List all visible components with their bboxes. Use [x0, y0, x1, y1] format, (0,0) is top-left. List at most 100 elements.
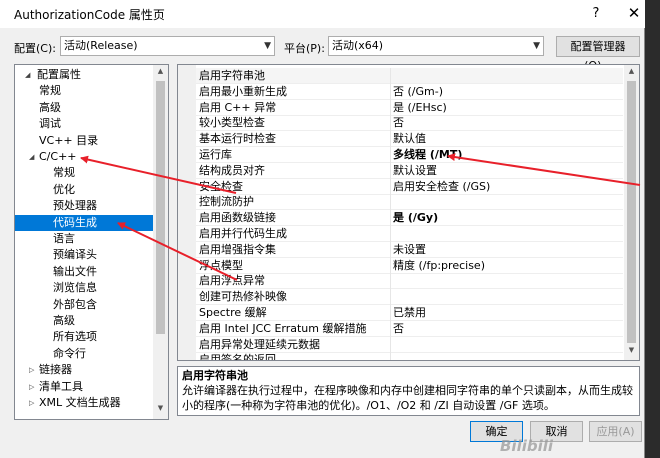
scroll-down-icon[interactable]: ▼	[153, 404, 168, 412]
property-grid[interactable]: 启用字符串池 启用最小重新生成 否 (/Gm-) 启用 C++ 异常 是 (/EHsc)…	[177, 64, 640, 361]
tree-node[interactable]: 常规	[15, 83, 154, 99]
property-row[interactable]: 控制流防护	[196, 194, 623, 211]
tree-node[interactable]: 所有选项	[15, 329, 154, 345]
config-manager-button[interactable]: 配置管理器(O)...	[556, 36, 640, 72]
property-value[interactable]: 是 (/EHsc)	[393, 100, 447, 116]
tree-node[interactable]: ▷ 链接器	[15, 362, 154, 378]
tree-node[interactable]: 常规	[15, 165, 154, 181]
column-divider	[390, 162, 391, 179]
tree-node-label: 语言	[53, 232, 75, 245]
tree-node[interactable]: 外部包含	[15, 297, 154, 313]
tree-node-label: 链接器	[39, 363, 72, 377]
tree-node[interactable]: 预编译头	[15, 247, 154, 263]
property-value[interactable]: 多线程 (/MT)	[393, 147, 462, 163]
scroll-down-icon[interactable]: ▼	[624, 346, 639, 354]
property-value[interactable]: 未设置	[393, 242, 426, 258]
column-divider	[390, 178, 391, 195]
tree-node[interactable]: ◢ C/C++	[15, 149, 154, 165]
column-divider	[390, 273, 391, 290]
grid-scroll-thumb[interactable]	[627, 81, 636, 343]
property-value[interactable]: 是 (/Gy)	[393, 210, 438, 226]
expand-icon[interactable]: ▷	[29, 395, 34, 411]
tree-node[interactable]: 代码生成	[15, 214, 154, 231]
tree-node[interactable]: 高级	[15, 313, 154, 329]
property-name: 启用 Intel JCC Erratum 缓解措施	[199, 321, 367, 335]
property-value[interactable]: 已禁用	[393, 305, 426, 321]
property-value[interactable]: 默认设置	[393, 163, 437, 179]
help-button[interactable]: ?	[586, 4, 606, 24]
tree-node[interactable]: 优化	[15, 182, 154, 198]
property-row[interactable]: 较小类型检查 否	[196, 115, 623, 132]
tree-node[interactable]: 浏览信息	[15, 280, 154, 296]
tree-scrollbar[interactable]: ▲ ▼	[153, 65, 168, 419]
property-value[interactable]: 默认值	[393, 131, 426, 147]
tree-node[interactable]: 预处理器	[15, 198, 154, 214]
scroll-up-icon[interactable]: ▲	[624, 67, 639, 75]
property-row[interactable]: 浮点模型 精度 (/fp:precise)	[196, 257, 623, 274]
property-value[interactable]: 否 (/Gm-)	[393, 84, 443, 100]
scroll-up-icon[interactable]: ▲	[153, 67, 168, 75]
tree-scroll-thumb[interactable]	[156, 81, 165, 334]
tree-node-label: 代码生成	[53, 215, 97, 229]
column-divider	[390, 352, 391, 360]
tree-node[interactable]: 语言	[15, 231, 154, 247]
platform-select[interactable]: 活动(x64) ▼	[328, 36, 544, 56]
description-panel: 启用字符串池 允许编译器在执行过程中，在程序映像和内存中创建相同字符串的单个只读…	[177, 366, 640, 416]
property-row[interactable]: 启用函数级链接 是 (/Gy)	[196, 210, 623, 227]
property-name: 创建可热修补映像	[199, 290, 287, 304]
collapse-icon[interactable]: ◢	[25, 67, 30, 83]
property-row[interactable]: 启用签名的返回	[196, 352, 623, 360]
tree-node[interactable]: ▷ XML 文档生成器	[15, 395, 154, 411]
property-row[interactable]: 启用增强指令集 未设置	[196, 241, 623, 258]
tree-node-label: 命令行	[53, 346, 86, 360]
property-name: 启用并行代码生成	[199, 227, 287, 240]
property-value[interactable]: 精度 (/fp:precise)	[393, 258, 485, 274]
tree-node-label: 配置属性	[37, 68, 81, 81]
tree-node-label: 外部包含	[53, 297, 97, 311]
close-button[interactable]: ✕	[624, 2, 644, 24]
property-name: 结构成员对齐	[199, 163, 265, 177]
config-label: 配置(C):	[14, 42, 56, 55]
property-row[interactable]: 启用异常处理延续元数据	[196, 336, 623, 353]
tree-node[interactable]: VC++ 目录	[15, 133, 154, 149]
column-divider	[390, 289, 391, 306]
column-divider	[390, 305, 391, 321]
property-row[interactable]: 安全检查 启用安全检查 (/GS)	[196, 178, 623, 195]
category-tree[interactable]: ◢ 配置属性 常规 高级 调试 VC++ 目录 ◢ C/C++ 常规 优化 预处理器 代码生成 语言 预编…	[14, 64, 169, 420]
column-divider	[390, 320, 391, 337]
tree-node[interactable]: 命令行	[15, 346, 154, 362]
tree-node-label: 优化	[53, 182, 75, 196]
property-row[interactable]: 启用浮点异常	[196, 273, 623, 290]
property-value[interactable]: 启用安全检查 (/GS)	[393, 179, 490, 195]
tree-node[interactable]: 高级	[15, 100, 154, 116]
column-divider	[390, 210, 391, 227]
property-row[interactable]: 启用字符串池	[196, 68, 623, 84]
property-row[interactable]: 创建可热修补映像	[196, 289, 623, 306]
property-value[interactable]: 否	[393, 321, 404, 337]
property-row[interactable]: 启用 C++ 异常 是 (/EHsc)	[196, 99, 623, 116]
property-value[interactable]: 否	[393, 115, 404, 131]
expand-icon[interactable]: ▷	[29, 362, 34, 378]
tree-node[interactable]: ▷ 清单工具	[15, 379, 154, 395]
property-name: Spectre 缓解	[199, 306, 267, 319]
watermark-logo: Bilibili	[500, 437, 554, 455]
property-row[interactable]: 启用 Intel JCC Erratum 缓解措施 否	[196, 320, 623, 337]
config-select[interactable]: 活动(Release) ▼	[60, 36, 275, 56]
expand-icon[interactable]: ▷	[29, 379, 34, 395]
collapse-icon[interactable]: ◢	[29, 149, 34, 165]
column-divider	[390, 147, 391, 163]
tree-node[interactable]: 调试	[15, 116, 154, 132]
grid-scrollbar[interactable]: ▲ ▼	[624, 65, 639, 360]
tree-node[interactable]: ◢ 配置属性	[15, 67, 154, 83]
property-row[interactable]: 结构成员对齐 默认设置	[196, 162, 623, 179]
property-row[interactable]: 基本运行时检查 默认值	[196, 131, 623, 148]
property-row[interactable]: 启用最小重新生成 否 (/Gm-)	[196, 83, 623, 100]
property-name: 较小类型检查	[199, 116, 265, 130]
property-row[interactable]: 运行库 多线程 (/MT)	[196, 147, 623, 163]
title-bar: AuthorizationCode 属性页 ? ✕	[0, 0, 645, 28]
apply-button[interactable]: 应用(A)	[589, 421, 642, 442]
property-row[interactable]: Spectre 缓解 已禁用	[196, 305, 623, 321]
tree-node[interactable]: 输出文件	[15, 264, 154, 280]
property-name: 启用字符串池	[199, 69, 265, 82]
property-row[interactable]: 启用并行代码生成	[196, 226, 623, 242]
